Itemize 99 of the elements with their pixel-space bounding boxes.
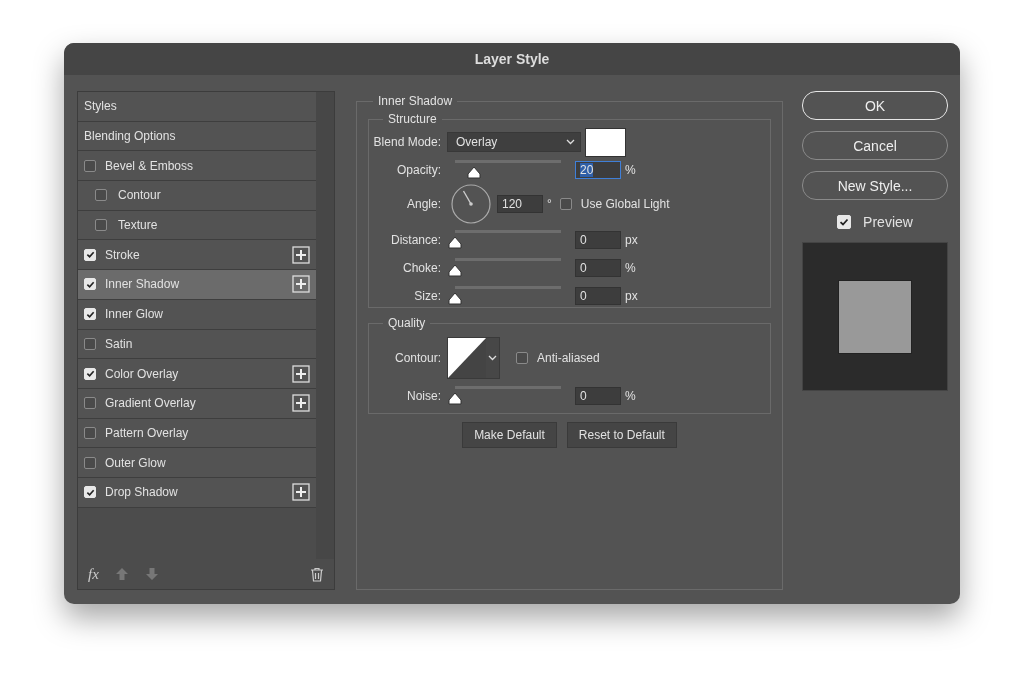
field-value: 0 [580, 233, 587, 247]
trash-icon[interactable] [310, 566, 324, 582]
item-label: Texture [118, 218, 159, 233]
field-label: Choke: [401, 261, 442, 275]
checkbox-label: Use Global Light [580, 197, 670, 211]
add-icon[interactable] [292, 364, 310, 383]
dialog-button[interactable]: Cancel [802, 131, 948, 160]
number-field[interactable]: 0 [575, 287, 621, 305]
group-title: Structure [387, 112, 438, 126]
checkbox[interactable] [84, 456, 96, 469]
fx-menu-button[interactable]: fx [88, 565, 99, 583]
chevron-down-icon [488, 355, 497, 361]
checkbox[interactable] [95, 189, 107, 202]
field-value: 0 [580, 261, 587, 275]
field-label: Noise: [406, 389, 442, 403]
unit-label: ° [547, 197, 552, 211]
style-list-item[interactable]: Inner Shadow [78, 270, 316, 300]
field-value: 0 [580, 289, 587, 303]
field-label: Contour: [393, 351, 442, 365]
window-title: Layer Style [474, 51, 550, 67]
slider-thumb[interactable] [448, 264, 462, 277]
item-label: Gradient Overlay [105, 396, 197, 411]
unit-label: % [625, 389, 636, 403]
number-field[interactable]: 0 [575, 231, 621, 249]
field-label: Distance: [389, 233, 442, 247]
item-label: Blending Options [84, 129, 177, 144]
check-icon [85, 250, 95, 260]
group-title: Quality [387, 316, 427, 330]
scrollbar[interactable] [316, 92, 334, 559]
style-list-item[interactable]: Inner Glow [78, 299, 316, 330]
add-icon[interactable] [292, 245, 310, 264]
style-list-item[interactable]: Gradient Overlay [78, 388, 316, 419]
field-label: Angle: [405, 197, 442, 211]
checkbox[interactable] [95, 219, 107, 232]
add-icon[interactable] [292, 275, 310, 294]
item-label: Satin [105, 336, 134, 351]
selected-text: 20 [580, 163, 594, 177]
check-icon [85, 487, 95, 497]
color-swatch[interactable] [585, 127, 626, 157]
unit-label: % [625, 261, 636, 275]
item-label: Inner Shadow [105, 277, 181, 292]
unit-label: px [625, 289, 638, 303]
style-list-item[interactable]: Stroke [78, 240, 316, 271]
style-list-item[interactable]: Styles [78, 92, 316, 122]
slider-thumb[interactable] [448, 392, 462, 405]
item-label: Drop Shadow [105, 485, 179, 500]
field-label: Size: [413, 289, 442, 303]
check-icon [85, 279, 95, 289]
number-field[interactable]: 0 [575, 387, 621, 405]
item-label: Color Overlay [105, 366, 180, 381]
checkbox[interactable] [84, 397, 96, 410]
style-list-item[interactable]: Outer Glow [78, 448, 316, 478]
check-icon [839, 217, 850, 227]
checkbox-label: Preview [863, 214, 913, 230]
field-label: Blend Mode: [372, 135, 442, 149]
item-label: Outer Glow [105, 455, 167, 470]
checkbox[interactable] [84, 337, 96, 350]
add-icon[interactable] [292, 394, 310, 413]
number-field[interactable]: 0 [575, 259, 621, 277]
style-list-item[interactable]: Bevel & Emboss [78, 151, 316, 182]
style-list-item[interactable]: Contour [78, 181, 316, 211]
panel-title: Inner Shadow [377, 94, 454, 108]
checkbox-label: Anti-aliased [537, 351, 600, 365]
style-list-item[interactable]: Pattern Overlay [78, 418, 316, 449]
item-label: Stroke [105, 247, 141, 262]
chevron-down-icon [566, 139, 575, 145]
checkbox[interactable] [84, 426, 96, 439]
checkbox[interactable] [559, 198, 572, 210]
default-button[interactable]: Reset to Default [566, 422, 677, 448]
check-icon [85, 309, 95, 319]
blend-mode-dropdown[interactable]: Overlay [447, 132, 581, 152]
check-icon [85, 369, 95, 379]
slider-thumb[interactable] [448, 292, 462, 305]
unit-label: px [625, 233, 638, 247]
angle-field[interactable]: 120 [497, 195, 543, 213]
style-list-item[interactable]: Color Overlay [78, 359, 316, 389]
angle-dial[interactable] [451, 184, 491, 224]
slider-thumb[interactable] [467, 166, 482, 179]
number-field[interactable]: 20 [575, 161, 621, 179]
contour-curve-icon [448, 338, 486, 378]
dialog-button[interactable]: New Style... [802, 171, 948, 200]
style-list-item[interactable]: Satin [78, 329, 316, 360]
unit-label: % [625, 163, 636, 177]
field-label: Opacity: [396, 163, 442, 177]
item-label: Styles [84, 99, 118, 114]
checkbox[interactable] [516, 352, 528, 364]
item-label: Bevel & Emboss [105, 158, 195, 173]
style-list-item[interactable]: Texture [78, 210, 316, 241]
default-button[interactable]: Make Default [462, 422, 557, 448]
checkbox[interactable] [84, 159, 96, 172]
item-label: Pattern Overlay [105, 425, 190, 440]
item-label: Inner Glow [105, 307, 165, 322]
dialog-button[interactable]: OK [802, 91, 948, 120]
slider-thumb[interactable] [448, 236, 462, 249]
contour-picker[interactable] [447, 337, 500, 379]
style-list-item[interactable]: Blending Options [78, 121, 316, 152]
item-label: Contour [118, 188, 162, 203]
add-icon[interactable] [292, 483, 310, 502]
style-list-item[interactable]: Drop Shadow [78, 477, 316, 508]
